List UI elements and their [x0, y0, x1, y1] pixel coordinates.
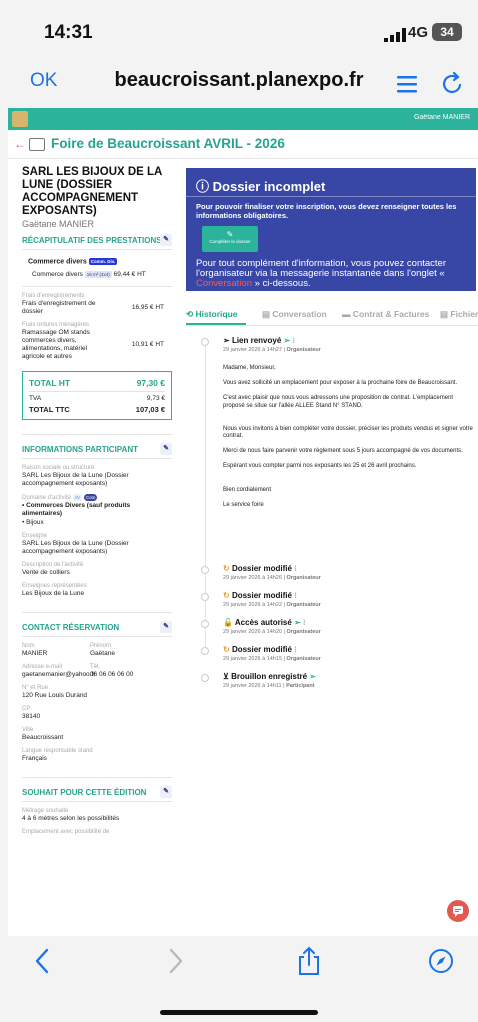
email-row: Adresse e-mail gaetanemanier@yahoo.fr Tél… [22, 663, 134, 678]
tab-historique[interactable]: ⟲ Historique [186, 309, 238, 320]
recap-heading: RÉCAPITULATIF DES PRESTATIONS ✎ [22, 234, 172, 246]
desc-value: Vente de colliers [22, 568, 70, 576]
rue-value: 120 Rue Louis Durand [22, 691, 88, 699]
langue-label: Langue responsable stand [22, 747, 93, 754]
signal-icon [384, 28, 406, 42]
edit-icon: ↻ [223, 645, 230, 654]
pencil-icon: ✎ [226, 230, 234, 239]
stand-size-badge: 16 m² (4x4) [84, 271, 112, 279]
banner-info: Pour tout complément d'information, vous… [196, 258, 447, 289]
incomplete-banner: ⓘ Dossier incomplet Pour pouvoir finalis… [186, 168, 476, 291]
sector-row: Commerce divers Comm. Div. [28, 258, 118, 266]
back-icon[interactable] [30, 946, 56, 976]
name-row: Nom MANIER Prénom Gaëtane [22, 642, 115, 657]
conversation-link[interactable]: Conversation [196, 278, 252, 289]
history-icon: ⟲ [186, 309, 194, 319]
event-title: Foire de Beaucroissant AVRIL - 2026 [51, 136, 285, 151]
metrage-label: Métrage souhaité [22, 807, 69, 814]
metrage-value: 4 à 6 mètres selon les possibilités [22, 814, 120, 822]
unlock-icon: 🔓 [223, 618, 233, 627]
folder-icon [29, 138, 45, 151]
raison-value: SARL Les Bijoux de la Lune (Dossier acco… [22, 471, 129, 487]
reload-icon[interactable] [442, 71, 464, 95]
ville-value: Beaucroissant [22, 733, 64, 741]
forward-icon[interactable] [162, 946, 188, 976]
sector-badge: Comm. Div. [88, 258, 118, 265]
user-name[interactable]: Gaëtane MANIER [414, 114, 470, 121]
status-time: 14:31 [44, 22, 93, 43]
participant-heading: INFORMATIONS PARTICIPANT ✎ [22, 442, 172, 455]
web-page: Gaëtane MANIER ← Foire de Beaucroissant … [8, 108, 478, 936]
totals-box: TOTAL HT 97,30 € TVA 9,73 € TOTAL TTC 107,0… [22, 370, 172, 420]
langue-value: Français [22, 754, 47, 762]
compass-icon[interactable] [428, 946, 454, 976]
tab-conversation[interactable]: ▤ Conversation [262, 309, 327, 320]
domaine-label: Domaine d'activité AV Com [22, 493, 98, 501]
exhibitor-person: Gaëtane MANIER [22, 219, 95, 229]
chat-bubble-icon [453, 906, 463, 917]
save-icon: ⊻ [223, 672, 229, 681]
edit-icon: ↻ [223, 591, 230, 600]
files-icon: ▤ [440, 309, 449, 319]
raison-label: Raison sociale ou structure [22, 464, 95, 471]
domaine-value-1: • Commerces Divers (sauf produits alimen… [22, 501, 131, 517]
info-icon: ⓘ [196, 179, 210, 194]
document-icon: ▬ [342, 309, 351, 319]
enseigne-label: Enseigne [22, 532, 48, 539]
edit-souhait-button[interactable]: ✎ [160, 785, 172, 798]
edit-recap-button[interactable]: ✎ [160, 234, 172, 246]
edit-participant-button[interactable]: ✎ [160, 442, 172, 455]
contact-heading: CONTACT RÉSERVATION ✎ [22, 620, 172, 633]
fees-row: Frais d'enregistrement de dossier 16,95 … [22, 299, 164, 315]
share-icon[interactable] [296, 946, 322, 976]
app-top-bar: Gaëtane MANIER [8, 108, 478, 130]
home-indicator [160, 1010, 318, 1015]
battery-icon: 34 [432, 23, 462, 41]
company-name: SARL LES BIJOUX DE LA LUNE (DOSSIER ACCO… [22, 166, 162, 217]
rue-label: N° et Rue [22, 684, 49, 691]
cp-label: CP [22, 705, 31, 712]
back-arrow-icon[interactable]: ← [14, 137, 26, 151]
left-column: SARL LES BIJOUX DE LA LUNE (DOSSIER ACCO… [22, 166, 172, 835]
logo[interactable] [12, 111, 28, 127]
enseigne-value: SARL Les Bijoux de la Lune (Dossier acco… [22, 539, 129, 555]
stand-line: Commerce divers 16 m² (4x4) 69,44 € HT [32, 271, 146, 279]
network-type: 4G [408, 24, 429, 41]
edit-contact-button[interactable]: ✎ [160, 620, 172, 633]
message-body: Madame, Monsieur, Vous avez sollicité un… [223, 365, 473, 508]
tab-contrat[interactable]: ▬ Contrat & Factures [342, 309, 429, 319]
cp-value: 38140 [22, 712, 41, 720]
waste-row: Ramassage OM stands commerces divers, al… [22, 328, 164, 360]
chat-icon: ▤ [262, 309, 271, 319]
divider [8, 158, 478, 159]
domaine-value-2: • Bijoux [22, 518, 44, 526]
send-icon: ➢ [223, 336, 230, 345]
complete-file-button[interactable]: ✎ Compléter le dossier [202, 226, 258, 252]
souhait-heading: SOUHAIT POUR CETTE ÉDITION ✎ [22, 785, 172, 798]
chat-button[interactable] [447, 900, 469, 922]
rep-label: Enseignes représentées [22, 582, 87, 589]
banner-subtitle: Pour pouvoir finaliser votre inscription… [196, 202, 457, 220]
reader-menu-icon[interactable] [396, 74, 418, 94]
tab-fichiers[interactable]: ▤ Fichiers [440, 309, 478, 320]
emplacement-label: Emplacement avec possibilité de [22, 828, 110, 835]
history-timeline-continued: ↻ Dossier modifié ⁝ 29 janvier 2026 à 14… [201, 645, 476, 705]
desc-label: Description de l'activité [22, 561, 84, 568]
edit-icon: ↻ [223, 564, 230, 573]
banner-title: ⓘ Dossier incomplet [196, 179, 326, 194]
rep-value: Les Bijoux de la Lune [22, 589, 85, 597]
ville-label: Ville [22, 726, 34, 733]
